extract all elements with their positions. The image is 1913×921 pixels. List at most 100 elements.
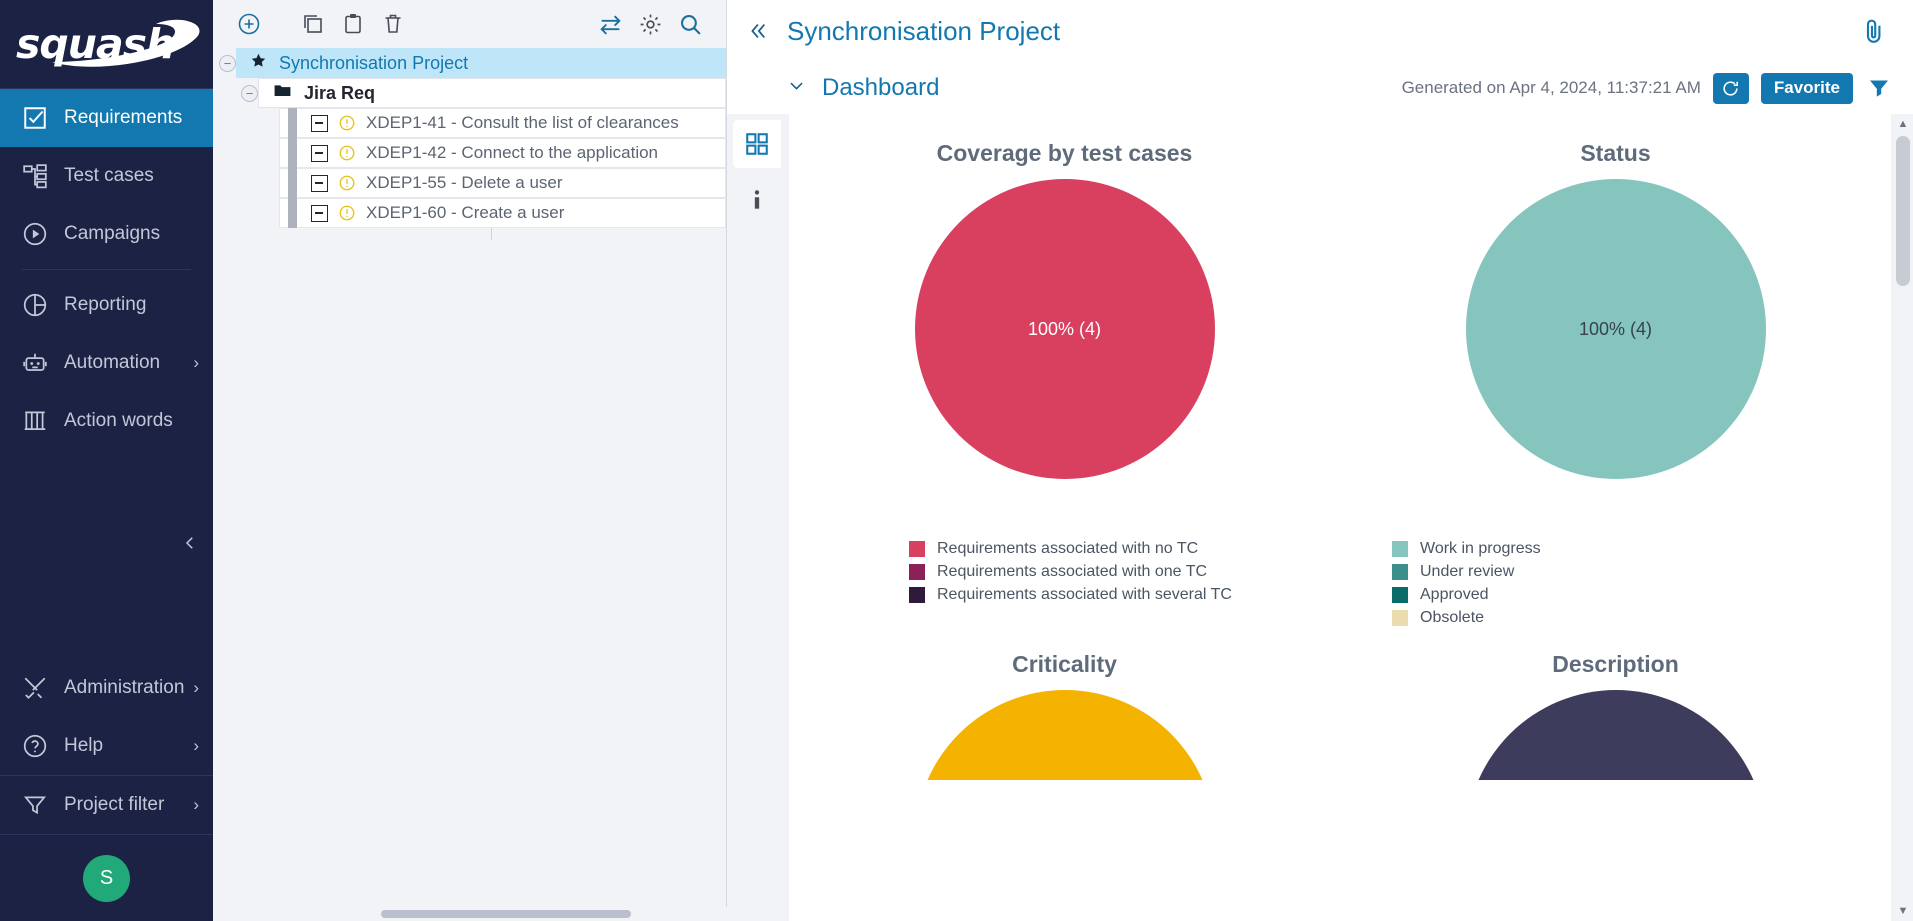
tree-row-folder[interactable]: Jira Req bbox=[258, 78, 726, 108]
drag-handle[interactable] bbox=[288, 138, 297, 168]
add-icon[interactable] bbox=[229, 4, 269, 44]
drag-handle[interactable] bbox=[288, 168, 297, 198]
tab-dashboard[interactable] bbox=[733, 120, 781, 168]
pie-data-label: 100% (4) bbox=[1027, 318, 1102, 339]
sidebar-item-project-filter[interactable]: Project filter › bbox=[0, 776, 213, 834]
legend-item[interactable]: Requirements associated with one TC bbox=[909, 560, 1340, 583]
sidebar-item-administration[interactable]: Administration › bbox=[0, 659, 213, 717]
sidebar-item-action-words[interactable]: Action words bbox=[0, 392, 213, 450]
pie-data-label: 100% (4) bbox=[1578, 318, 1653, 339]
trash-icon[interactable] bbox=[373, 4, 413, 44]
legend-item[interactable]: Approved bbox=[1392, 583, 1891, 606]
play-circle-icon bbox=[20, 219, 50, 249]
star-icon bbox=[250, 52, 267, 74]
sidebar-divider bbox=[22, 269, 191, 270]
scrollbar-thumb[interactable] bbox=[1896, 136, 1910, 286]
checkbox-icon bbox=[20, 103, 50, 133]
dashboard-title: Dashboard bbox=[822, 74, 940, 101]
gear-icon[interactable] bbox=[630, 4, 670, 44]
paste-icon[interactable] bbox=[333, 4, 373, 44]
chart-title: Coverage by test cases bbox=[936, 140, 1193, 166]
brand-logo[interactable]: squash bbox=[0, 0, 213, 88]
app-root: squash Requirements Test cases Campaigns… bbox=[0, 0, 1913, 921]
tree-root-label: Synchronisation Project bbox=[279, 52, 469, 73]
pie-area: 100% (4) bbox=[1340, 179, 1891, 479]
tree-toggle-item[interactable] bbox=[311, 144, 328, 162]
legend-label: Obsolete bbox=[1420, 608, 1485, 626]
drag-handle[interactable] bbox=[288, 108, 297, 138]
panel-collapse-button[interactable] bbox=[727, 0, 787, 62]
dashboard-scroll-area: Coverage by test cases 100% (4) Requirem… bbox=[787, 114, 1913, 921]
robot-icon bbox=[20, 348, 50, 378]
tree-item-label: XDEP1-41 - Consult the list of clearance… bbox=[366, 113, 679, 132]
chart-grid-top: Coverage by test cases 100% (4) Requirem… bbox=[789, 114, 1891, 629]
sidebar-item-label: Reporting bbox=[64, 294, 147, 315]
legend-item[interactable]: Work in progress bbox=[1392, 537, 1891, 560]
brand-logo-text: squash bbox=[16, 20, 175, 68]
chart-coverage-by-test-cases: Coverage by test cases 100% (4) Requirem… bbox=[789, 140, 1340, 629]
tree-toggle-folder[interactable]: − bbox=[241, 84, 258, 102]
favorite-button[interactable]: Favorite bbox=[1760, 72, 1853, 104]
tree-toggle-item[interactable] bbox=[311, 204, 328, 222]
warning-icon bbox=[338, 174, 356, 192]
search-icon[interactable] bbox=[670, 4, 710, 44]
tree-node-item: XDEP1-60 - Create a user bbox=[213, 198, 726, 228]
tab-information[interactable] bbox=[733, 176, 781, 224]
legend-label: Requirements associated with no TC bbox=[937, 539, 1199, 557]
warning-icon bbox=[338, 114, 356, 132]
pie-slice-work-in-progress[interactable]: 100% (4) bbox=[1465, 179, 1766, 479]
copy-icon[interactable] bbox=[293, 4, 333, 44]
main-content-split: Coverage by test cases 100% (4) Requirem… bbox=[727, 114, 1913, 921]
tree-horizontal-scrollbar[interactable] bbox=[213, 907, 727, 921]
sidebar-item-requirements[interactable]: Requirements bbox=[0, 89, 213, 147]
pie-slice-without-description[interactable] bbox=[1465, 690, 1766, 780]
sidebar-item-test-cases[interactable]: Test cases bbox=[0, 147, 213, 205]
sidebar-item-help[interactable]: Help › bbox=[0, 717, 213, 775]
tree-row-item[interactable]: XDEP1-41 - Consult the list of clearance… bbox=[279, 108, 726, 138]
sidebar-item-label: Automation bbox=[64, 352, 161, 373]
scroll-up-arrow[interactable]: ▲ bbox=[1893, 114, 1913, 134]
tree-toggle-item[interactable] bbox=[311, 174, 328, 192]
tree-row-item[interactable]: XDEP1-42 - Connect to the application bbox=[279, 138, 726, 168]
tree-toggle-root[interactable]: − bbox=[219, 54, 236, 72]
sidebar-collapse-button[interactable] bbox=[181, 534, 199, 558]
chevron-down-icon[interactable] bbox=[787, 76, 806, 101]
sidebar-item-label: Project filter bbox=[64, 794, 165, 815]
scroll-down-arrow[interactable]: ▼ bbox=[1893, 901, 1913, 921]
chart-title: Description bbox=[1552, 651, 1679, 677]
tree-body: − Synchronisation Project − Jira Req XDE… bbox=[213, 48, 726, 921]
generated-timestamp: Generated on Apr 4, 2024, 11:37:21 AM bbox=[1401, 78, 1701, 97]
avatar[interactable]: S bbox=[83, 854, 130, 902]
transfer-icon[interactable] bbox=[590, 4, 630, 44]
sidebar-item-automation[interactable]: Automation › bbox=[0, 334, 213, 392]
pie-slice-no-tc[interactable]: 100% (4) bbox=[914, 179, 1215, 479]
legend-item[interactable]: Requirements associated with no TC bbox=[909, 537, 1340, 560]
help-circle-icon bbox=[20, 731, 50, 761]
main-area: Synchronisation Project Dashboard Genera… bbox=[727, 0, 1913, 921]
tree-row-item[interactable]: XDEP1-55 - Delete a user bbox=[279, 168, 726, 198]
legend-item[interactable]: Obsolete bbox=[1392, 606, 1891, 629]
dashboard-vertical-scrollbar[interactable]: ▲ ▼ bbox=[1893, 114, 1913, 921]
tree-node-item: XDEP1-41 - Consult the list of clearance… bbox=[213, 108, 726, 138]
drag-handle[interactable] bbox=[288, 198, 297, 228]
folder-icon bbox=[273, 81, 292, 105]
tree-toggle-item[interactable] bbox=[311, 114, 328, 132]
sidebar-item-campaigns[interactable]: Campaigns bbox=[0, 205, 213, 263]
refresh-button[interactable] bbox=[1712, 72, 1749, 104]
chart-legend: Requirements associated with no TC Requi… bbox=[789, 537, 1340, 606]
tree-item-label: XDEP1-55 - Delete a user bbox=[366, 173, 563, 192]
sidebar-item-label: Requirements bbox=[64, 107, 183, 128]
pie-slice-undefined[interactable] bbox=[914, 690, 1215, 780]
tree-row-root[interactable]: Synchronisation Project bbox=[236, 48, 726, 78]
legend-item[interactable]: Requirements associated with several TC bbox=[909, 583, 1340, 606]
sidebar-item-reporting[interactable]: Reporting bbox=[0, 276, 213, 334]
pie-area bbox=[1340, 690, 1891, 780]
legend-swatch bbox=[1392, 540, 1408, 557]
tools-icon bbox=[20, 673, 50, 703]
scrollbar-thumb[interactable] bbox=[381, 910, 631, 918]
legend-item[interactable]: Under review bbox=[1392, 560, 1891, 583]
funnel-icon[interactable] bbox=[1867, 76, 1891, 100]
legend-label: Requirements associated with one TC bbox=[937, 562, 1208, 580]
paperclip-icon[interactable] bbox=[1859, 17, 1887, 45]
tree-row-item[interactable]: XDEP1-60 - Create a user bbox=[279, 198, 726, 228]
